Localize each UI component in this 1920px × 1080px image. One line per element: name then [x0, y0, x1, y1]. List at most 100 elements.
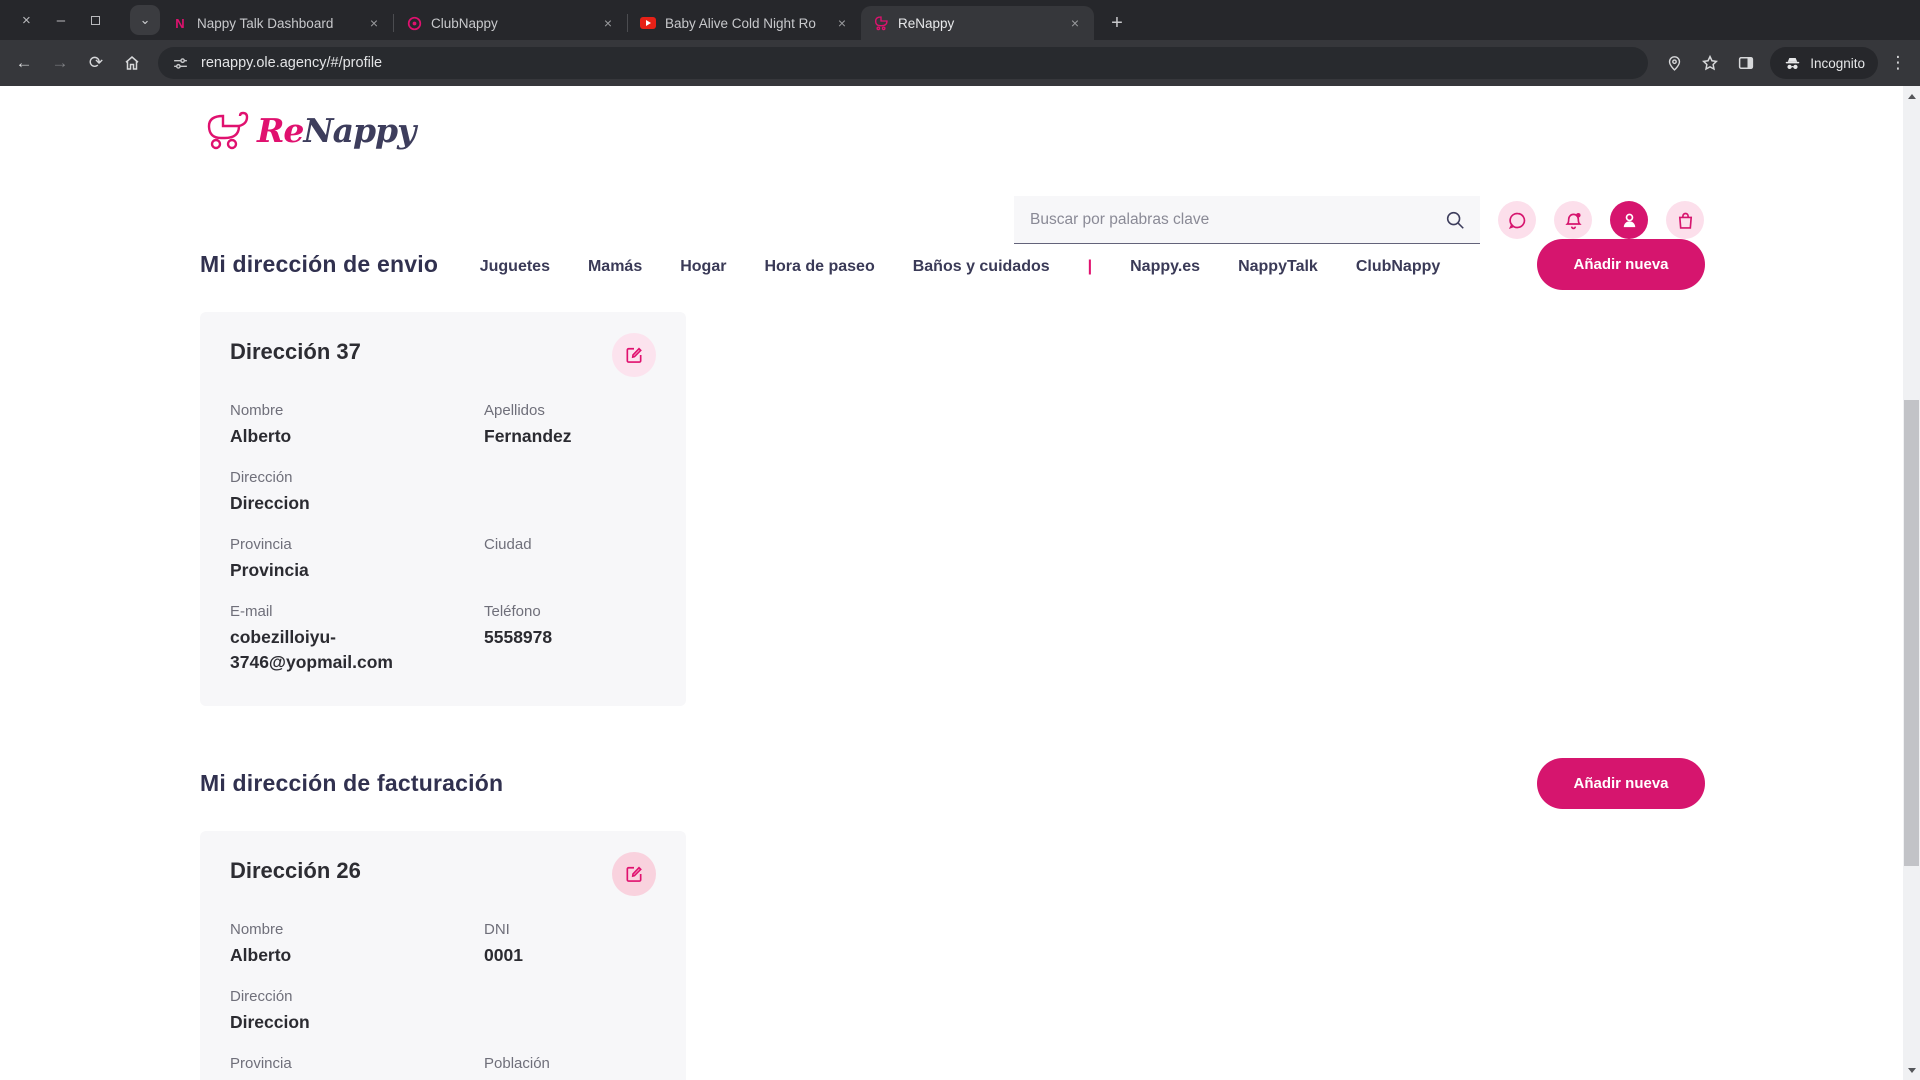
billing-address-card: Dirección 26 Nombre Alberto DNI 0001 Direc… — [200, 831, 686, 1080]
search-input[interactable] — [1030, 211, 1444, 229]
notifications-button[interactable] — [1554, 201, 1592, 239]
window-restore-button[interactable] — [91, 16, 100, 25]
field-label: E-mail — [230, 603, 462, 620]
shopping-bag-icon — [1675, 210, 1696, 231]
tab-title: ClubNappy — [431, 16, 590, 31]
window-close-button[interactable]: × — [22, 13, 31, 28]
clubnappy-favicon-icon — [406, 15, 422, 31]
tab-search-button[interactable]: ⌄ — [130, 5, 160, 35]
add-billing-address-button[interactable]: Añadir nueva — [1537, 758, 1705, 809]
billing-section-header: Mi dirección de facturación Añadir nueva — [0, 758, 1920, 809]
bell-icon — [1563, 210, 1584, 231]
tab-title: ReNappy — [898, 16, 1057, 31]
billing-section-title: Mi dirección de facturación — [200, 770, 503, 797]
field-value: 5558978 — [484, 625, 656, 650]
pram-favicon-icon — [873, 15, 889, 31]
tab-close-icon[interactable]: × — [1066, 14, 1084, 32]
incognito-label: Incognito — [1810, 56, 1865, 71]
browser-menu-button[interactable]: ⋮ — [1886, 53, 1910, 73]
renappy-profile-page: ReNappy Juguetes Mamás Hogar Hora de — [0, 86, 1920, 1080]
incognito-icon — [1783, 54, 1802, 73]
address-bar[interactable]: renappy.ole.agency/#/profile — [158, 47, 1648, 79]
field-value: Provincia — [230, 558, 455, 583]
field-label: Dirección — [230, 469, 462, 486]
field-label: Ciudad — [484, 536, 656, 553]
tab-renappy-active[interactable]: ReNappy × — [861, 6, 1094, 40]
tab-title: Baby Alive Cold Night Ro — [665, 16, 824, 31]
side-panel-icon[interactable] — [1730, 47, 1762, 79]
back-button[interactable]: ← — [8, 47, 40, 79]
youtube-favicon-icon — [640, 15, 656, 31]
field-label: Teléfono — [484, 603, 656, 620]
incognito-badge: Incognito — [1770, 47, 1878, 79]
field-label: DNI — [484, 921, 656, 938]
field-value: Fernandez — [484, 424, 656, 449]
reload-button[interactable]: ⟳ — [80, 47, 112, 79]
field-label: Población — [484, 1055, 656, 1072]
location-icon[interactable] — [1658, 47, 1690, 79]
nav-banos-y-cuidados[interactable]: Baños y cuidados — [913, 258, 1050, 276]
nav-mamas[interactable]: Mamás — [588, 258, 642, 276]
nav-hogar[interactable]: Hogar — [680, 258, 726, 276]
nav-separator: | — [1088, 258, 1092, 276]
field-label: Provincia — [230, 536, 462, 553]
browser-tab-bar: × – ⌄ N Nappy Talk Dashboard × ClubNappy… — [0, 0, 1920, 40]
new-tab-button[interactable]: + — [1102, 8, 1132, 38]
field-label: Nombre — [230, 921, 462, 938]
pram-logo-icon — [199, 108, 255, 152]
field-value: 0001 — [484, 943, 656, 968]
forward-button[interactable]: → — [44, 47, 76, 79]
shipping-card-title: Dirección 37 — [230, 339, 361, 365]
nappytalk-favicon-icon: N — [172, 15, 188, 31]
field-value: Direccion — [230, 1010, 455, 1035]
main-navigation: Juguetes Mamás Hogar Hora de paseo Baños… — [0, 258, 1920, 276]
search-icon[interactable] — [1444, 209, 1466, 231]
shipping-address-card: Dirección 37 Nombre Alberto Apellidos Fern… — [200, 312, 686, 706]
edit-pencil-icon — [624, 345, 644, 365]
home-button[interactable] — [116, 47, 148, 79]
field-label: Nombre — [230, 402, 462, 419]
scrollbar-thumb[interactable] — [1904, 400, 1919, 866]
tab-close-icon[interactable]: × — [365, 14, 383, 32]
field-label: Apellidos — [484, 402, 656, 419]
cart-button[interactable] — [1666, 201, 1704, 239]
nav-hora-de-paseo[interactable]: Hora de paseo — [764, 258, 874, 276]
site-settings-icon[interactable] — [172, 55, 189, 72]
tab-close-icon[interactable]: × — [833, 14, 851, 32]
field-label: Dirección — [230, 988, 462, 1005]
header-icon-buttons — [1498, 201, 1704, 239]
person-icon — [1619, 210, 1640, 231]
renappy-logo[interactable]: ReNappy — [199, 108, 415, 152]
billing-card-title: Dirección 26 — [230, 858, 361, 884]
scroll-down-arrow-icon[interactable] — [1903, 1062, 1920, 1078]
tab-clubnappy[interactable]: ClubNappy × — [394, 6, 627, 40]
browser-toolbar: ← → ⟳ renappy.ole.agency/#/profile Incog… — [0, 40, 1920, 86]
nav-nappy-es[interactable]: Nappy.es — [1130, 258, 1200, 276]
site-header: ReNappy Juguetes Mamás Hogar Hora de — [0, 86, 1920, 220]
edit-shipping-address-button[interactable] — [612, 333, 656, 377]
page-scrollbar[interactable] — [1903, 86, 1920, 1080]
field-value: cobezilloiyu-3746@yopmail.com — [230, 625, 455, 676]
edit-pencil-icon — [624, 864, 644, 884]
field-value: Direccion — [230, 491, 455, 516]
window-minimize-button[interactable]: – — [57, 13, 65, 28]
profile-button[interactable] — [1610, 201, 1648, 239]
field-value: Alberto — [230, 943, 455, 968]
logo-text: ReNappy — [257, 111, 415, 150]
nav-nappytalk[interactable]: NappyTalk — [1238, 258, 1318, 276]
field-value: Alberto — [230, 424, 455, 449]
tab-close-icon[interactable]: × — [599, 14, 617, 32]
search-bar — [1014, 196, 1480, 244]
scroll-up-arrow-icon[interactable] — [1903, 88, 1920, 104]
tab-nappy-talk-dashboard[interactable]: N Nappy Talk Dashboard × — [160, 6, 393, 40]
nav-clubnappy[interactable]: ClubNappy — [1356, 258, 1440, 276]
chat-icon — [1507, 210, 1528, 231]
bookmark-star-icon[interactable] — [1694, 47, 1726, 79]
edit-billing-address-button[interactable] — [612, 852, 656, 896]
chat-button[interactable] — [1498, 201, 1536, 239]
tab-baby-alive-video[interactable]: Baby Alive Cold Night Ro × — [628, 6, 861, 40]
nav-juguetes[interactable]: Juguetes — [480, 258, 550, 276]
window-controls: × – ⌄ — [0, 0, 160, 40]
field-label: Provincia — [230, 1055, 462, 1072]
url-text: renappy.ole.agency/#/profile — [201, 55, 382, 71]
